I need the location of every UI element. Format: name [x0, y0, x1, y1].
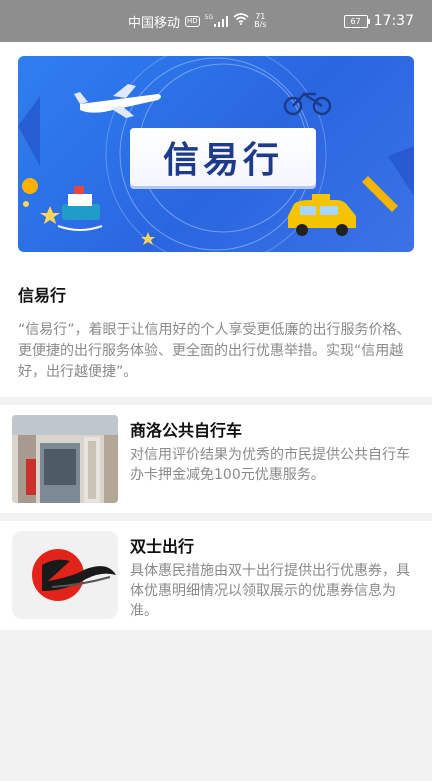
clock: 17:37: [373, 13, 414, 29]
service-card-ride[interactable]: 双士出行 具体惠民措施由双十出行提供出行优惠券，具体优惠明细情况以领取展示的优惠…: [0, 521, 432, 630]
network-type-label: 5G: [204, 14, 214, 21]
intro-title: 信易行: [18, 286, 67, 305]
ride-service-logo: [12, 531, 118, 619]
banner-image[interactable]: 信易行: [18, 56, 414, 252]
intro-section: 信易行 信易行 “信易行”，着眼于让信用好的个人享受更低廉的出行服务价格、更便捷…: [0, 42, 432, 397]
bicycle-icon: [283, 92, 332, 116]
battery-level: 67: [350, 16, 361, 26]
wifi-icon: [233, 13, 249, 29]
signal-icon: 5G: [204, 14, 229, 27]
banner-title: 信易行: [130, 128, 316, 186]
bike-service-thumbnail: [12, 415, 118, 503]
empty-area: [0, 630, 432, 781]
network-speed: 71 B/s: [254, 13, 266, 29]
carrier-label: 中国移动: [128, 15, 181, 31]
bike-service-description: 对信用评价结果为优秀的市民提供公共自行车办卡押金减免100元优惠服务。: [130, 447, 410, 483]
intro-description: “信易行”，着眼于让信用好的个人享受更低廉的出行服务价格、更便捷的出行服务体验、…: [18, 322, 411, 380]
status-bar: 中国移动 HD 5G 71 B/s 67 17:37: [0, 0, 432, 42]
ride-service-description: 具体惠民措施由双十出行提供出行优惠券，具体优惠明细情况以领取展示的优惠券信息为准…: [130, 563, 410, 619]
bike-service-title: 商洛公共自行车: [130, 421, 243, 440]
status-center: 中国移动 HD 5G 71 B/s: [128, 0, 267, 42]
plane-icon: [74, 84, 161, 118]
status-right: 67 17:37: [343, 0, 414, 42]
battery-icon: 67: [343, 14, 370, 28]
hd-badge: HD: [185, 15, 200, 27]
ride-service-title: 双士出行: [130, 537, 195, 556]
speed-unit: B/s: [254, 20, 267, 29]
ship-icon: [57, 186, 103, 231]
taxi-icon: [288, 194, 356, 236]
service-card-bike[interactable]: 商洛公共自行车 对信用评价结果为优秀的市民提供公共自行车办卡押金减免100元优惠…: [0, 405, 432, 513]
